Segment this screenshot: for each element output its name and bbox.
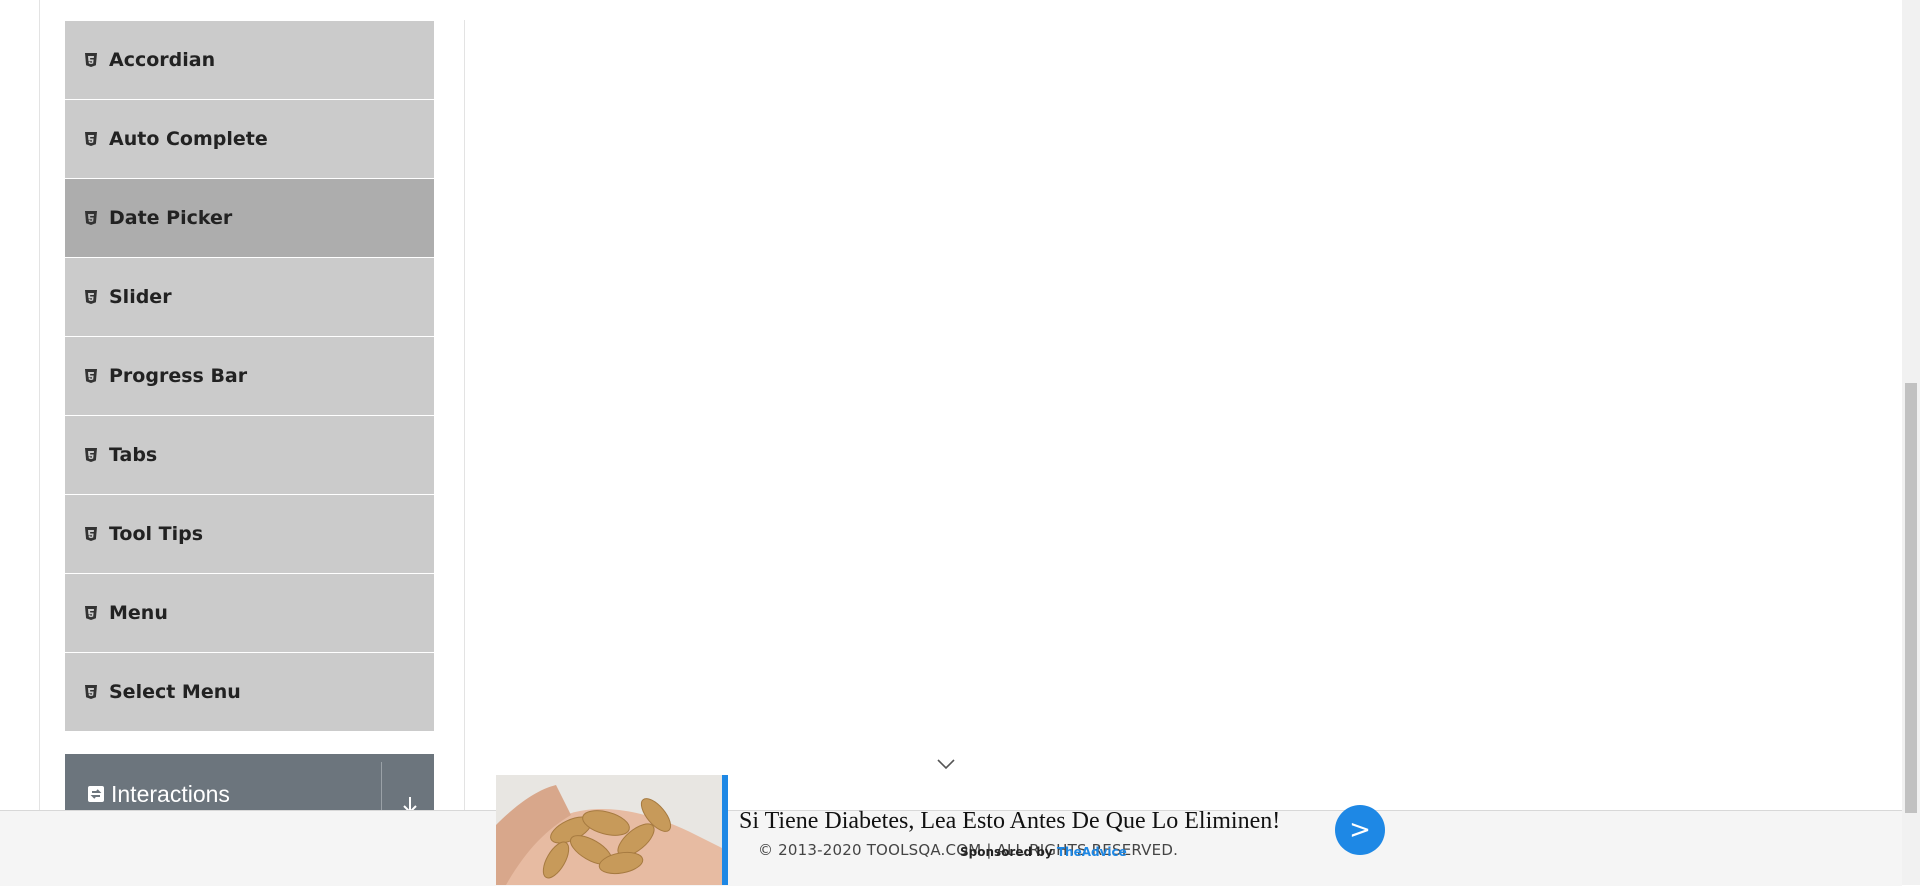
menu-item-tabs[interactable]: Tabs — [65, 416, 434, 495]
menu-item-label: Date Picker — [109, 207, 233, 229]
menu-item-date-picker[interactable]: Date Picker — [65, 179, 434, 258]
menu-item-label: Tool Tips — [109, 523, 204, 545]
html5-icon — [85, 685, 97, 699]
menu-item-label: Accordian — [109, 49, 216, 71]
menu-item-label: Progress Bar — [109, 365, 248, 387]
menu-item-label: Slider — [109, 286, 172, 308]
html5-icon — [85, 448, 97, 462]
vertical-scrollbar[interactable] — [1902, 0, 1920, 885]
group-header-label: Interactions — [111, 780, 230, 807]
ad-accent-bar — [722, 775, 728, 885]
html5-icon — [85, 211, 97, 225]
menu-item-select-menu[interactable]: Select Menu — [65, 653, 434, 732]
menu-item-progress-bar[interactable]: Progress Bar — [65, 337, 434, 416]
menu-item-label: Menu — [109, 602, 168, 624]
ad-sponsor: Sponsored by TheAdvice — [960, 845, 1127, 859]
menu-item-slider[interactable]: Slider — [65, 258, 434, 337]
menu-item-tool-tips[interactable]: Tool Tips — [65, 495, 434, 574]
scrollbar-thumb[interactable] — [1905, 383, 1917, 813]
html5-icon — [85, 132, 97, 146]
ad-image[interactable] — [496, 775, 726, 885]
html5-icon — [85, 369, 97, 383]
widgets-menu-list: Accordian Auto Complete Date Picker Slid… — [65, 21, 434, 732]
ad-sponsor-prefix: Sponsored by — [960, 845, 1053, 859]
menu-item-auto-complete[interactable]: Auto Complete — [65, 100, 434, 179]
html5-icon — [85, 606, 97, 620]
html5-icon — [85, 290, 97, 304]
menu-item-label: Auto Complete — [109, 128, 268, 150]
chevron-down-icon[interactable] — [936, 757, 956, 771]
content-divider — [464, 20, 465, 810]
menu-item-label: Select Menu — [109, 681, 241, 703]
swap-icon — [88, 786, 104, 802]
page: Accordian Auto Complete Date Picker Slid… — [0, 0, 1902, 885]
menu-item-accordian[interactable]: Accordian — [65, 21, 434, 100]
ad-go-button[interactable]: > — [1335, 805, 1385, 855]
html5-icon — [85, 527, 97, 541]
left-divider — [39, 0, 40, 810]
menu-item-menu[interactable]: Menu — [65, 574, 434, 653]
html5-icon — [85, 53, 97, 67]
ad-sponsor-brand[interactable]: TheAdvice — [1057, 845, 1127, 859]
menu-item-label: Tabs — [109, 444, 158, 466]
ad-headline[interactable]: Si Tiene Diabetes, Lea Esto Antes De Que… — [739, 808, 1280, 835]
